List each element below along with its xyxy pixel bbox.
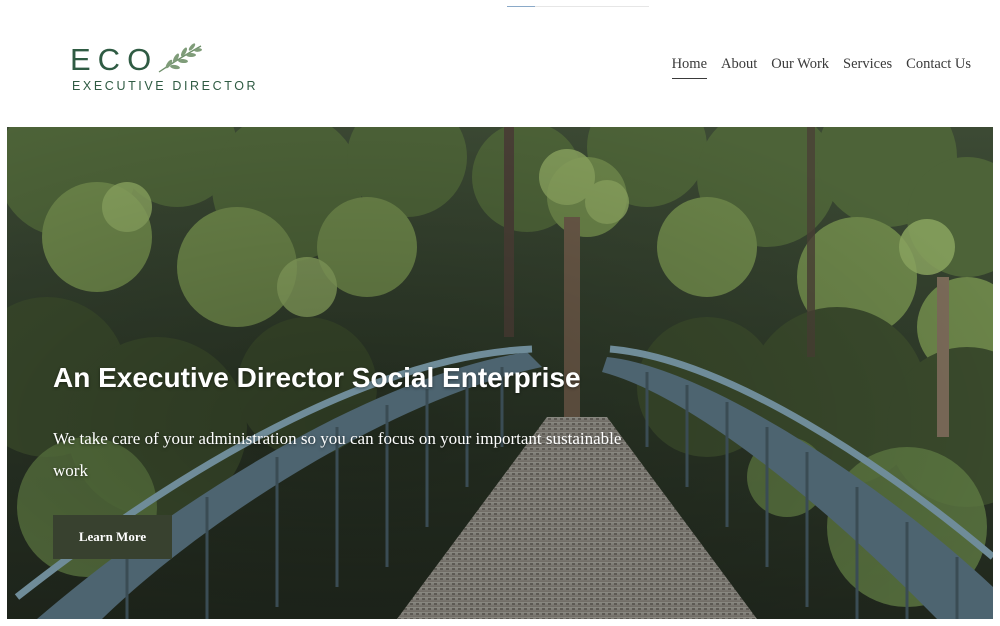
nav-item-contact-us[interactable]: Contact Us (906, 56, 971, 79)
logo-title: ECO (70, 42, 159, 77)
main-nav: Home About Our Work Services Contact Us (671, 56, 971, 79)
nav-item-home[interactable]: Home (671, 56, 708, 79)
nav-item-about[interactable]: About (721, 56, 757, 79)
nav-item-services[interactable]: Services (843, 56, 892, 79)
site-logo[interactable]: ECO EXECUTIVE DIRECTOR (70, 40, 260, 100)
logo-subtitle: EXECUTIVE DIRECTOR (72, 79, 259, 93)
nav-item-our-work[interactable]: Our Work (771, 56, 829, 79)
hero-title: An Executive Director Social Enterprise (53, 362, 581, 393)
hero-description: We take care of your administration so y… (53, 429, 622, 480)
leaf-icon (158, 43, 202, 73)
site-header: ECO EXECUTIVE DIRECTOR Home About Our Wo… (0, 0, 1000, 127)
hero-section: An Executive Director Social Enterprise … (7, 127, 993, 619)
learn-more-button[interactable]: Learn More (53, 515, 172, 559)
